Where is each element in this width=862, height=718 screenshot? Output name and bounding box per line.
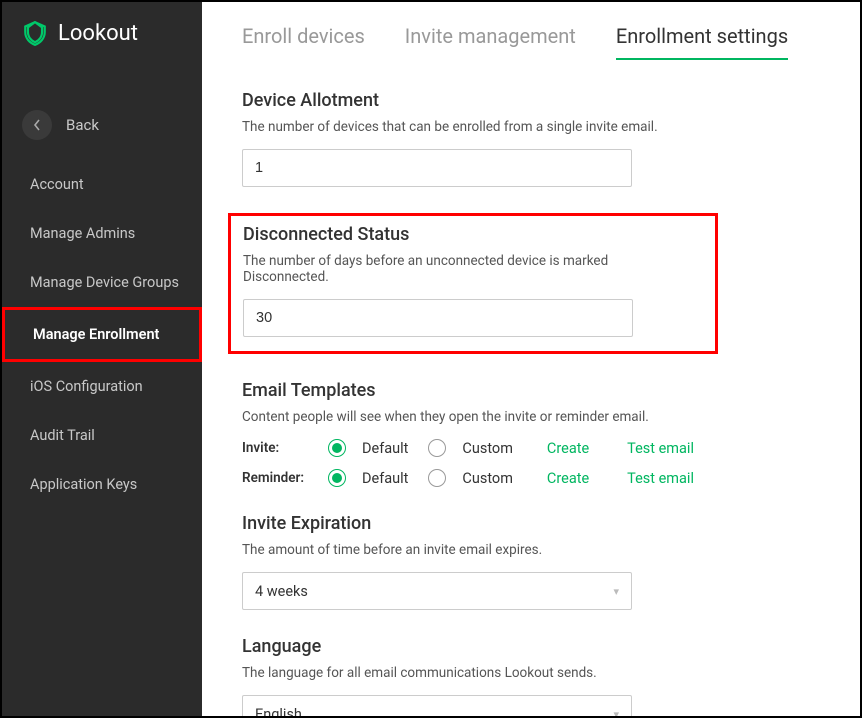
section-title: Email Templates [242,380,820,401]
section-language: Language The language for all email comm… [242,636,820,716]
sidebar-item-account[interactable]: Account [2,160,202,209]
section-desc: The amount of time before an invite emai… [242,542,820,558]
invite-expiration-select[interactable]: 4 weeks ▾ [242,572,632,610]
reminder-label: Reminder: [242,470,316,486]
section-disconnected-status: Disconnected Status The number of days b… [228,213,718,354]
section-title: Language [242,636,820,657]
back-button[interactable]: Back [2,90,202,160]
brand-logo: Lookout [2,2,202,64]
section-device-allotment: Device Allotment The number of devices t… [242,90,820,187]
shield-icon [22,20,48,46]
device-allotment-input[interactable] [242,149,632,187]
tab-bar: Enroll devices Invite management Enrollm… [202,2,860,60]
section-desc: The language for all email communication… [242,665,820,681]
radio-label-default: Default [362,440,408,457]
invite-create-link[interactable]: Create [547,440,589,457]
tab-enrollment-settings[interactable]: Enrollment settings [616,24,788,60]
tab-invite-management[interactable]: Invite management [405,24,576,60]
back-label: Back [66,116,99,134]
chevron-down-icon: ▾ [613,708,619,717]
reminder-template-row: Reminder: Default Custom Create Test ema… [242,469,820,487]
section-desc: The number of devices that can be enroll… [242,119,820,135]
invite-template-row: Invite: Default Custom Create Test email [242,439,820,457]
select-value: English [255,706,302,717]
invite-test-link[interactable]: Test email [627,440,694,457]
radio-label-custom: Custom [462,440,513,457]
sidebar-item-manage-device-groups[interactable]: Manage Device Groups [2,258,202,307]
radio-label-custom: Custom [462,470,513,487]
invite-label: Invite: [242,440,316,456]
radio-label-default: Default [362,470,408,487]
sidebar-item-manage-admins[interactable]: Manage Admins [2,209,202,258]
section-email-templates: Email Templates Content people will see … [242,380,820,487]
section-title: Disconnected Status [243,224,687,245]
chevron-left-icon [22,110,52,140]
section-invite-expiration: Invite Expiration The amount of time bef… [242,513,820,610]
sidebar-item-ios-configuration[interactable]: iOS Configuration [2,362,202,411]
sidebar-item-application-keys[interactable]: Application Keys [2,460,202,509]
section-title: Device Allotment [242,90,820,111]
section-desc: The number of days before an unconnected… [243,253,687,285]
invite-default-radio[interactable] [328,439,346,457]
disconnected-days-input[interactable] [243,299,633,337]
reminder-create-link[interactable]: Create [547,470,589,487]
sidebar-item-manage-enrollment[interactable]: Manage Enrollment [2,307,202,362]
select-value: 4 weeks [255,583,308,600]
main-panel: Enroll devices Invite management Enrollm… [202,2,860,716]
section-title: Invite Expiration [242,513,820,534]
tab-enroll-devices[interactable]: Enroll devices [242,24,365,60]
reminder-test-link[interactable]: Test email [627,470,694,487]
invite-custom-radio[interactable] [428,439,446,457]
reminder-custom-radio[interactable] [428,469,446,487]
reminder-default-radio[interactable] [328,469,346,487]
settings-content: Device Allotment The number of devices t… [202,60,860,716]
brand-name: Lookout [58,21,138,46]
chevron-down-icon: ▾ [613,585,619,598]
language-select[interactable]: English ▾ [242,695,632,716]
section-desc: Content people will see when they open t… [242,409,820,425]
sidebar: Lookout Back Account Manage Admins Manag… [2,2,202,716]
sidebar-item-audit-trail[interactable]: Audit Trail [2,411,202,460]
